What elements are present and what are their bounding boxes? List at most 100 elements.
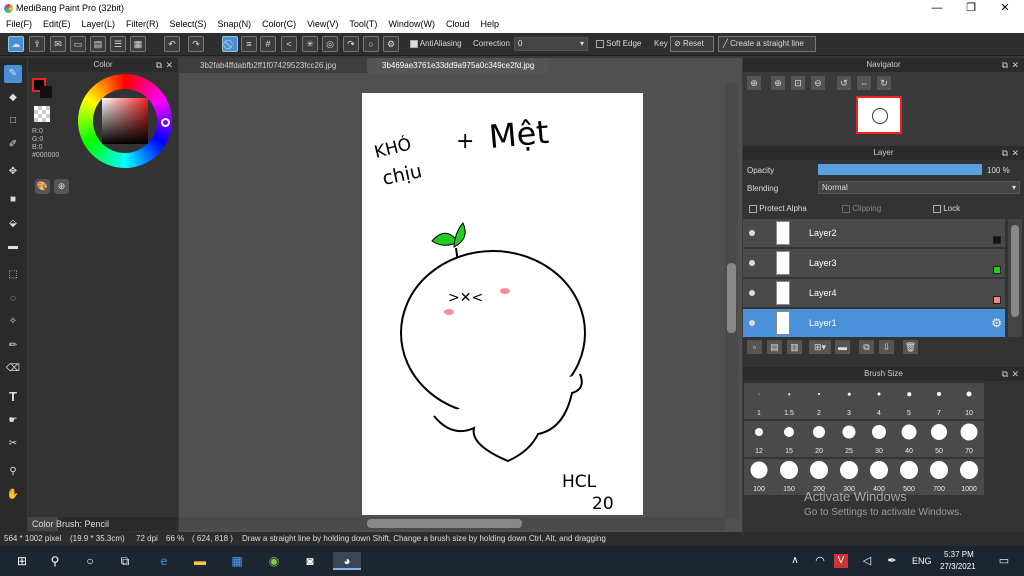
curve-snap-icon[interactable]: ↷	[343, 36, 359, 52]
snap-off-icon[interactable]: ⃠	[222, 36, 238, 52]
menu-cloud[interactable]: Cloud	[440, 17, 475, 33]
v-app-icon[interactable]: V	[834, 554, 848, 568]
brush-size-option[interactable]: 7	[924, 383, 954, 419]
camera-icon[interactable]: ◙	[300, 552, 320, 570]
brush-size-option[interactable]: 5	[894, 383, 924, 419]
close-icon[interactable]: ✕	[1011, 146, 1019, 160]
menu-file[interactable]: File(F)	[0, 17, 37, 33]
layer-row[interactable]: Layer2	[743, 219, 1005, 248]
eraser-tool-icon[interactable]: ◆	[4, 89, 22, 107]
duplicate-layer-icon[interactable]: ⧉	[859, 340, 874, 354]
clock-time[interactable]: 5:37 PM	[944, 550, 974, 559]
brush-size-option[interactable]: 150	[774, 459, 804, 495]
menu-select[interactable]: Select(S)	[164, 17, 212, 33]
menu-help[interactable]: Help	[474, 17, 504, 33]
clipping-checkbox[interactable]	[842, 204, 850, 213]
undock-icon[interactable]: ⧉	[1002, 146, 1008, 160]
grid-icon[interactable]: ▦	[130, 36, 146, 52]
brush-size-option[interactable]: 50	[924, 421, 954, 457]
gradient-tool-icon[interactable]: ▬	[4, 238, 22, 256]
text-tool-icon[interactable]: T	[4, 388, 22, 406]
wifi-icon[interactable]: ◠	[810, 552, 830, 570]
bucket-tool-icon[interactable]: ⬙	[4, 215, 22, 233]
brush-tool-icon[interactable]: ✎	[4, 65, 22, 83]
cortana-icon[interactable]: ○	[80, 552, 100, 570]
tab-brush[interactable]: Brush: Pencil	[56, 517, 109, 531]
tab-image-2[interactable]: 3b469ae3761e33dd9a975a0c349ce2fd.jpg	[368, 58, 548, 73]
drawing-canvas[interactable]: KHÓ chịu + Mệt >✕< HCL 20	[362, 93, 643, 515]
close-icon[interactable]: ✕	[1011, 58, 1019, 72]
rotate-right-icon[interactable]: ↻	[877, 76, 891, 90]
brush-size-option[interactable]: 40	[894, 421, 924, 457]
visibility-icon[interactable]	[749, 290, 755, 296]
brush-size-option[interactable]: 100	[744, 459, 774, 495]
select-eraser-tool-icon[interactable]: ⌫	[4, 360, 22, 378]
move-tool-icon[interactable]: ✥	[4, 163, 22, 181]
parallel-snap-icon[interactable]: ≡	[241, 36, 257, 52]
horizontal-scroll-thumb[interactable]	[367, 519, 522, 528]
visibility-icon[interactable]	[749, 230, 755, 236]
search-icon[interactable]: ⚲	[45, 552, 65, 570]
soft-edge-checkbox[interactable]	[596, 39, 604, 48]
navigator-preview[interactable]	[856, 96, 902, 134]
saturation-value-square[interactable]	[102, 98, 148, 144]
cloud-icon[interactable]: ☁	[8, 36, 24, 52]
transparent-swatch[interactable]	[34, 106, 50, 122]
brush-size-option[interactable]: 15	[774, 421, 804, 457]
create-straight-line-button[interactable]: ╱ Create a straight line	[718, 36, 816, 52]
brush-size-option[interactable]: 1000	[954, 459, 984, 495]
reset-button[interactable]: ⊘ Reset	[670, 36, 714, 52]
undock-icon[interactable]: ⧉	[156, 58, 162, 72]
hue-marker[interactable]	[161, 118, 170, 127]
horizontal-scrollbar[interactable]	[179, 517, 725, 530]
delete-layer-icon[interactable]: 🗑	[903, 340, 918, 354]
vertical-scroll-thumb[interactable]	[727, 263, 736, 333]
brush-size-option[interactable]: 2	[804, 383, 834, 419]
layer-row[interactable]: Layer3	[743, 249, 1005, 278]
palette-icon[interactable]: 🎨	[35, 179, 50, 194]
ellipse-snap-icon[interactable]: ○	[363, 36, 379, 52]
brush-size-option[interactable]: 30	[864, 421, 894, 457]
layer-settings-icon[interactable]: ⚙	[991, 316, 1002, 330]
redo-icon[interactable]: ↷	[188, 36, 204, 52]
undock-icon[interactable]: ⧉	[1002, 58, 1008, 72]
menu-filter[interactable]: Filter(R)	[120, 17, 164, 33]
zoom-in-icon[interactable]: ⊕	[771, 76, 785, 90]
maximize-button[interactable]: ❐	[954, 0, 988, 17]
windows-start-icon[interactable]: ⊞	[12, 552, 32, 570]
vanishing-point-icon[interactable]: <	[281, 36, 297, 52]
layer-row[interactable]: Layer4	[743, 279, 1005, 308]
new-halftone-layer-icon[interactable]: ▤	[767, 340, 782, 354]
brush-size-option[interactable]: 700	[924, 459, 954, 495]
circle-snap-icon[interactable]: ◎	[322, 36, 338, 52]
new-8bit-layer-icon[interactable]: ▥	[787, 340, 802, 354]
layer-row-selected[interactable]: Layer1 ⚙	[743, 309, 1005, 338]
zoom-out-icon[interactable]: ⊖	[811, 76, 825, 90]
brush-size-option[interactable]: 10	[954, 383, 984, 419]
new-layer-icon[interactable]: ▫	[747, 340, 762, 354]
menu-view[interactable]: View(V)	[301, 17, 343, 33]
lasso-tool-icon[interactable]: ◌	[4, 290, 22, 308]
file-explorer-icon[interactable]: ▬	[190, 552, 210, 570]
background-color-swatch[interactable]	[40, 86, 52, 98]
crisscross-snap-icon[interactable]: #	[260, 36, 276, 52]
correction-select[interactable]: 0 ▾	[514, 37, 588, 51]
add-layer-menu-icon[interactable]: ⊞▾	[809, 340, 831, 354]
chevron-up-icon[interactable]: ∧	[785, 552, 805, 570]
select-rect-tool-icon[interactable]: ⬚	[4, 266, 22, 284]
minimize-button[interactable]: —	[920, 0, 954, 17]
notification-icon[interactable]: ▭	[994, 552, 1014, 570]
brush-size-option[interactable]: 20	[804, 421, 834, 457]
snap-settings-icon[interactable]: ⚙	[383, 36, 399, 52]
brush-size-option[interactable]: 12	[744, 421, 774, 457]
close-button[interactable]: ✕	[988, 0, 1022, 17]
divide-tool-icon[interactable]: ✂	[4, 435, 22, 453]
close-icon[interactable]: ✕	[165, 58, 173, 72]
menu-window[interactable]: Window(W)	[382, 17, 440, 33]
undo-icon[interactable]: ↶	[164, 36, 180, 52]
select-pen-tool-icon[interactable]: ✏	[4, 337, 22, 355]
opacity-slider[interactable]	[818, 164, 982, 175]
brush-size-option[interactable]: 25	[834, 421, 864, 457]
task-view-icon[interactable]: ⧉	[115, 552, 135, 570]
blending-select[interactable]: Normal ▾	[818, 181, 1020, 194]
